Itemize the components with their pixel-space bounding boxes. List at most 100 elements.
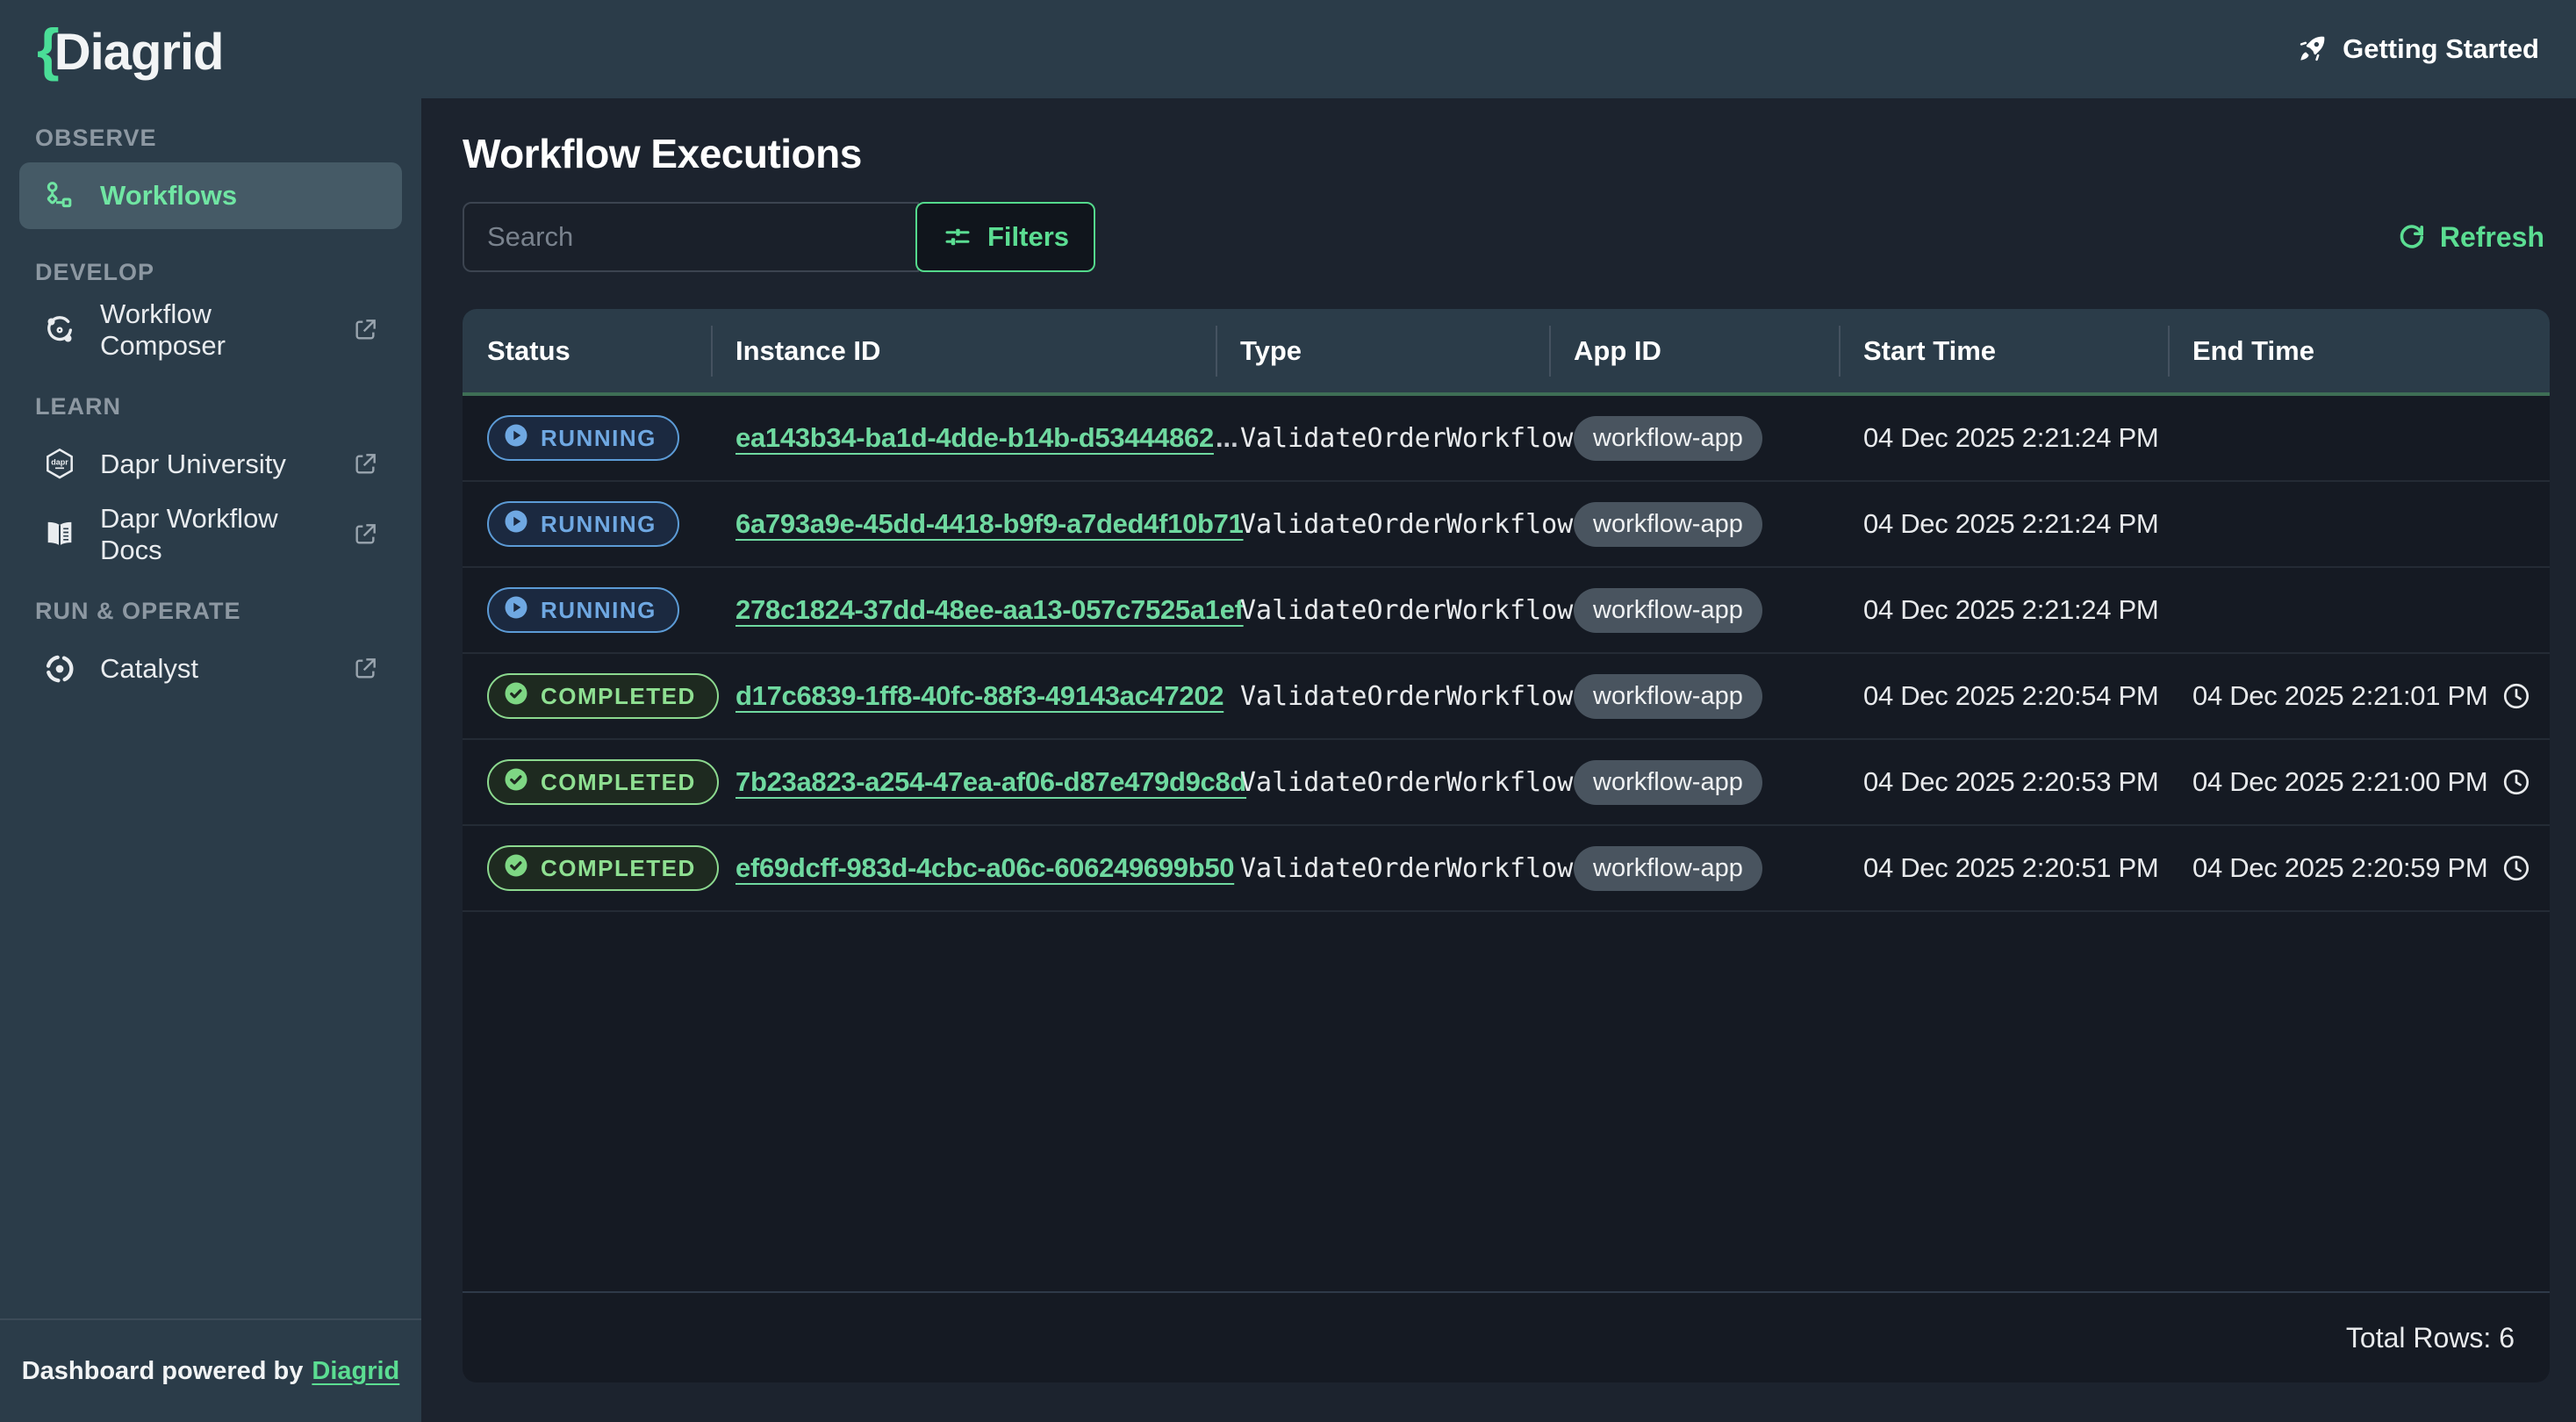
search-input[interactable] xyxy=(463,202,919,272)
section-label-observe: OBSERVE xyxy=(35,125,421,152)
end-time: 04 Dec 2025 2:20:59 PM xyxy=(2192,852,2487,884)
type-cell: ValidateOrderWorkflow xyxy=(1216,681,1549,712)
sidebar-item-dapr-workflow-docs[interactable]: Dapr Workflow Docs xyxy=(19,501,402,568)
sidebar-section-develop: DEVELOP Workflow Composer xyxy=(0,259,421,367)
clock-icon xyxy=(2501,681,2531,711)
diagrid-footer-link[interactable]: Diagrid xyxy=(312,1357,399,1386)
end-time: 04 Dec 2025 2:21:00 PM xyxy=(2192,766,2487,798)
status-badge-label: COMPLETED xyxy=(541,855,696,882)
column-header-status: Status xyxy=(463,335,711,367)
sidebar-item-dapr-university[interactable]: dapr Dapr University xyxy=(19,431,402,498)
status-badge: COMPLETED xyxy=(487,759,719,805)
instance-id-cell: ef69dcff-983d-4cbc-a06c-606249699b50 ... xyxy=(711,852,1216,884)
end-time-cell: 04 Dec 2025 2:20:59 PM xyxy=(2168,852,2550,884)
check-circle-icon xyxy=(503,852,529,885)
app-id-chip: workflow-app xyxy=(1574,760,1762,805)
sidebar-section-run-operate: RUN & OPERATE Catalyst xyxy=(0,598,421,706)
start-time-cell: 04 Dec 2025 2:21:24 PM xyxy=(1839,508,2168,540)
table-row: RUNNING 6a793a9e-45dd-4418-b9f9-a7ded4f1… xyxy=(463,482,2550,568)
workflow-type: ValidateOrderWorkflow xyxy=(1240,681,1573,712)
play-circle-icon xyxy=(503,422,529,455)
sidebar: OBSERVE Workflows DEVELOP xyxy=(0,98,421,1422)
app-id-cell: workflow-app xyxy=(1549,846,1839,891)
rocket-icon xyxy=(2295,32,2328,66)
instance-id-cell: ea143b34-ba1d-4dde-b14b-d53444862 ... xyxy=(711,422,1216,454)
toolbar: Filters Refresh xyxy=(463,202,2550,272)
status-badge-label: COMPLETED xyxy=(541,769,696,796)
instance-id-cell: 6a793a9e-45dd-4418-b9f9-a7ded4f10b71 ... xyxy=(711,508,1216,540)
instance-id-cell: 278c1824-37dd-48ee-aa13-057c7525a1ef ... xyxy=(711,594,1216,626)
sidebar-item-workflows[interactable]: Workflows xyxy=(19,162,402,229)
status-cell: RUNNING xyxy=(463,415,711,461)
start-time: 04 Dec 2025 2:21:24 PM xyxy=(1863,422,2158,454)
diagrid-logo[interactable]: { Diagrid xyxy=(37,16,224,83)
app-window: { Diagrid Getting Started OBSERVE xyxy=(0,0,2576,1422)
logo-wordmark: Diagrid xyxy=(54,23,224,82)
page-title: Workflow Executions xyxy=(463,130,2550,177)
section-label-learn: LEARN xyxy=(35,393,421,420)
refresh-button[interactable]: Refresh xyxy=(2391,220,2550,255)
status-cell: COMPLETED xyxy=(463,759,711,805)
instance-id-link[interactable]: 278c1824-37dd-48ee-aa13-057c7525a1ef xyxy=(735,594,1244,626)
app-id-cell: workflow-app xyxy=(1549,588,1839,633)
external-link-icon xyxy=(351,450,379,478)
topbar: { Diagrid Getting Started xyxy=(0,0,2576,98)
sidebar-item-label: Catalyst xyxy=(100,653,198,685)
instance-id-link[interactable]: d17c6839-1ff8-40fc-88f3-49143ac47202 xyxy=(735,680,1223,712)
external-link-icon xyxy=(351,521,379,549)
app-id-chip: workflow-app xyxy=(1574,416,1762,461)
instance-id-link[interactable]: 6a793a9e-45dd-4418-b9f9-a7ded4f10b71 xyxy=(735,508,1244,540)
status-badge-label: RUNNING xyxy=(541,511,657,538)
instance-id-cell: 7b23a823-a254-47ea-af06-d87e479d9c8d ... xyxy=(711,766,1216,798)
getting-started-label: Getting Started xyxy=(2343,33,2539,65)
status-cell: COMPLETED xyxy=(463,673,711,719)
getting-started-link[interactable]: Getting Started xyxy=(2295,32,2539,66)
sidebar-section-learn: LEARN dapr Dapr University xyxy=(0,393,421,571)
sidebar-item-workflow-composer[interactable]: Workflow Composer xyxy=(19,297,402,363)
check-circle-icon xyxy=(503,766,529,799)
end-time: 04 Dec 2025 2:21:01 PM xyxy=(2192,680,2487,712)
column-header-start-time: Start Time xyxy=(1839,335,2168,367)
filters-label: Filters xyxy=(987,221,1069,253)
start-time: 04 Dec 2025 2:21:24 PM xyxy=(1863,508,2158,540)
main-content: Workflow Executions Filters xyxy=(421,98,2576,1422)
start-time-cell: 04 Dec 2025 2:20:51 PM xyxy=(1839,852,2168,884)
type-cell: ValidateOrderWorkflow xyxy=(1216,767,1549,798)
svg-text:dapr: dapr xyxy=(51,457,68,466)
workflow-type: ValidateOrderWorkflow xyxy=(1240,423,1573,454)
app-id-cell: workflow-app xyxy=(1549,416,1839,461)
clock-icon xyxy=(2501,853,2531,883)
sidebar-item-label: Dapr University xyxy=(100,449,286,480)
section-label-develop: DEVELOP xyxy=(35,259,421,286)
book-icon xyxy=(42,517,77,552)
app-id-chip: workflow-app xyxy=(1574,846,1762,891)
instance-id-link[interactable]: 7b23a823-a254-47ea-af06-d87e479d9c8d xyxy=(735,766,1246,798)
instance-id-cell: d17c6839-1ff8-40fc-88f3-49143ac47202 ... xyxy=(711,680,1216,712)
column-header-type: Type xyxy=(1216,335,1549,367)
column-header-instance-id: Instance ID xyxy=(711,335,1216,367)
instance-id-link[interactable]: ea143b34-ba1d-4dde-b14b-d53444862 xyxy=(735,422,1214,454)
instance-id-link[interactable]: ef69dcff-983d-4cbc-a06c-606249699b50 xyxy=(735,852,1234,884)
workflow-type: ValidateOrderWorkflow xyxy=(1240,767,1573,798)
table-row: RUNNING 278c1824-37dd-48ee-aa13-057c7525… xyxy=(463,568,2550,654)
sidebar-section-observe: OBSERVE Workflows xyxy=(0,125,421,233)
table-footer: Total Rows: 6 xyxy=(463,1291,2550,1382)
workflow-graph-icon xyxy=(42,178,77,213)
refresh-icon xyxy=(2396,221,2428,253)
end-time-cell: 04 Dec 2025 2:21:01 PM xyxy=(2168,680,2550,712)
column-header-app-id: App ID xyxy=(1549,335,1839,367)
workflow-type: ValidateOrderWorkflow xyxy=(1240,509,1573,540)
catalyst-icon xyxy=(42,651,77,686)
status-badge-label: COMPLETED xyxy=(541,683,696,710)
sidebar-item-catalyst[interactable]: Catalyst xyxy=(19,636,402,702)
start-time: 04 Dec 2025 2:20:54 PM xyxy=(1863,680,2158,712)
filters-button[interactable]: Filters xyxy=(915,202,1095,272)
status-cell: RUNNING xyxy=(463,501,711,547)
check-circle-icon xyxy=(503,680,529,713)
external-link-icon xyxy=(351,316,379,344)
type-cell: ValidateOrderWorkflow xyxy=(1216,595,1549,626)
app-id-cell: workflow-app xyxy=(1549,502,1839,547)
play-circle-icon xyxy=(503,594,529,627)
clock-icon xyxy=(2501,767,2531,797)
table-header-row: Status Instance ID Type App ID Start Tim… xyxy=(463,309,2550,396)
